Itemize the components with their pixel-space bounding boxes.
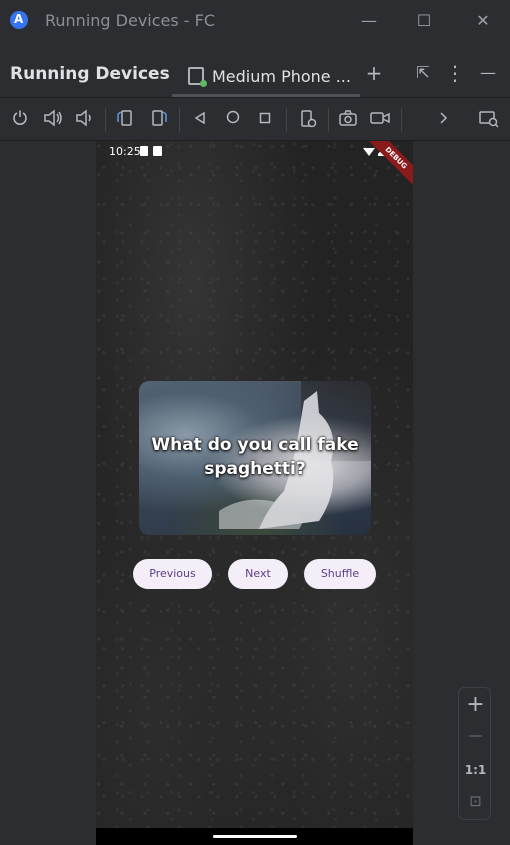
volume-up-icon[interactable]: [42, 109, 64, 131]
tab-selected-indicator: [172, 94, 360, 97]
chevron-right-icon[interactable]: [432, 109, 454, 131]
maximize-button[interactable]: ☐: [411, 10, 437, 34]
sim-card-icon: [140, 146, 148, 156]
window-title: Running Devices - FC: [45, 11, 216, 30]
overview-icon[interactable]: [254, 109, 276, 131]
close-window-button[interactable]: ✕: [470, 10, 496, 34]
wifi-icon: [363, 148, 375, 156]
notification-a-icon: [153, 146, 162, 156]
device-screen[interactable]: 10:25 DEBUG What do you call fake spaghe…: [96, 141, 413, 845]
joke-card: What do you call fake spaghetti?: [139, 381, 371, 535]
power-icon[interactable]: [9, 109, 31, 131]
window-title-bar: Running Devices - FC — ☐ ✕: [0, 0, 510, 44]
hide-panel-button[interactable]: —: [476, 62, 500, 86]
toolbar-separator: [401, 108, 402, 132]
shuffle-button[interactable]: Shuffle: [304, 559, 376, 589]
minimize-button[interactable]: —: [356, 10, 382, 34]
screenshot-icon[interactable]: [337, 109, 359, 131]
home-icon[interactable]: [222, 109, 244, 131]
tab-label: Medium Phone ...: [212, 66, 351, 86]
device-running-icon: [188, 67, 207, 87]
device-settings-icon[interactable]: [297, 109, 319, 131]
panel-title: Running Devices: [10, 64, 170, 84]
next-button[interactable]: Next: [228, 559, 288, 589]
toolbar-separator: [179, 108, 180, 132]
fit-screen-button[interactable]: ⊡: [459, 792, 492, 810]
back-icon[interactable]: [189, 109, 211, 131]
android-studio-logo-icon: [10, 11, 28, 29]
toolbar-separator: [328, 108, 329, 132]
previous-button[interactable]: Previous: [133, 559, 212, 589]
gesture-handle[interactable]: [213, 835, 297, 838]
rotate-left-icon[interactable]: [114, 109, 136, 131]
android-status-bar: 10:25: [96, 141, 413, 163]
status-time: 10:25: [109, 145, 141, 158]
device-mirroring-icon[interactable]: [478, 109, 500, 131]
volume-down-icon[interactable]: [73, 109, 95, 131]
zoom-controls: + — 1:1 ⊡: [458, 687, 491, 820]
actual-size-button[interactable]: 1:1: [459, 763, 492, 777]
zoom-in-button[interactable]: +: [459, 692, 492, 717]
rotate-right-icon[interactable]: [148, 109, 170, 131]
panel-header: Running Devices Medium Phone ... + ⇱ ⋮ —: [0, 44, 510, 98]
more-options-button[interactable]: ⋮: [443, 62, 467, 86]
add-device-button[interactable]: +: [362, 62, 386, 86]
zoom-out-button[interactable]: —: [459, 728, 492, 744]
toolbar-separator: [105, 108, 106, 132]
tab-medium-phone[interactable]: Medium Phone ...: [188, 62, 351, 90]
toolbar-separator: [286, 108, 287, 132]
device-toolbar: [0, 99, 510, 141]
status-notification-icons: [140, 146, 162, 156]
restore-layout-button[interactable]: ⇱: [411, 62, 435, 86]
screen-record-icon[interactable]: [369, 109, 391, 131]
joke-question-text: What do you call fake spaghetti?: [151, 435, 359, 479]
